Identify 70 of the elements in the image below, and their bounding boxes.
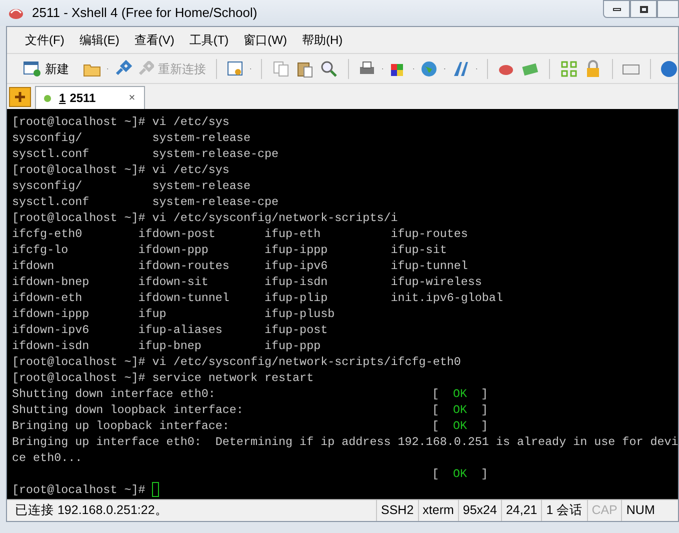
menu-item[interactable]: 查看(V) [134, 31, 174, 49]
terminal-line: Bringing up loopback interface: [12, 419, 230, 433]
terminal-line: ifcfg-eth0 ifdown-post ifup-eth ifup-routes [12, 226, 468, 242]
status-bracket: [ [432, 402, 440, 418]
menu-item[interactable]: 编辑(E) [79, 31, 120, 49]
help-icon[interactable] [660, 60, 678, 78]
terminal-line: ce eth0... [12, 450, 82, 466]
maximize-button[interactable] [630, 0, 657, 18]
terminal-line: ifdown-bnep ifdown-sit ifup-isdn ifup-wireless [12, 274, 482, 290]
terminal-line: sysctl.conf system-release-cpe [12, 146, 279, 162]
link-icon [138, 60, 154, 76]
close-tab-button[interactable]: × [128, 92, 136, 104]
new-tab-button[interactable] [9, 87, 31, 107]
terminal-line: [root@localhost ~]# vi /etc/sys [12, 162, 230, 178]
terminal-line: ifdown-ippp ifup ifup-plusb [12, 306, 335, 322]
status-bracket: ] [481, 386, 488, 402]
session-tab[interactable]: 1 2511 × [35, 86, 146, 109]
terminal-line: Bringing up interface eth0: Determining if ip address 192.168.0.251 is already in use for devi [12, 434, 678, 450]
terminal-line: ifdown ifdown-routes ifup-ipv6 ifup-tunnel [12, 258, 468, 274]
search-icon[interactable] [320, 60, 338, 78]
terminal-line: ifdown-isdn ifup-bnep ifup-ppp [12, 338, 321, 354]
terminal-line: sysconfig/ system-release [12, 130, 250, 146]
status-ok: OK [453, 418, 468, 434]
terminal[interactable] [7, 109, 678, 499]
status-cell: 95x24 [458, 500, 501, 521]
status-bracket: ] [481, 418, 488, 434]
minimize-button[interactable] [603, 0, 630, 18]
status-bracket: ] [481, 466, 488, 482]
status-cell: xterm [418, 500, 458, 521]
plus-icon [15, 92, 25, 102]
terminal-line: sysconfig/ system-release [12, 178, 250, 194]
link-icon[interactable] [114, 60, 132, 78]
new-window-icon [23, 60, 41, 76]
tab-label: 2511 [70, 90, 96, 107]
status-cell: CAP [586, 500, 622, 521]
terminal-line: [root@localhost ~]# vi /etc/sysconfig/network-scripts/ifcfg-eth0 [12, 354, 461, 370]
status-message: 已连接 192.168.0.251:22。 [14, 502, 169, 520]
menu-item[interactable]: 窗口(W) [244, 31, 287, 49]
terminal-line: Shutting down interface eth0: [12, 387, 216, 401]
menu-item[interactable]: 工具(T) [189, 31, 229, 49]
terminal-line: [root@localhost ~]# vi /etc/sys [12, 114, 230, 130]
paste-icon[interactable] [296, 60, 314, 78]
terminal-line: ifdown-eth ifdown-tunnel ifup-plip init.ipv6-global [12, 290, 503, 306]
status-bracket: ] [481, 402, 488, 418]
terminal-line: sysctl.conf system-release-cpe [12, 194, 279, 210]
status-bracket: [ [432, 418, 440, 434]
status-cell: NUM [621, 500, 659, 521]
status-cell: SSH2 [376, 500, 418, 521]
status-cell: 24,21 [500, 500, 542, 521]
status-cell: 1 会话 [541, 500, 587, 521]
menu-item[interactable]: 文件(F) [25, 31, 64, 49]
terminal-line: [root@localhost ~]# [12, 482, 146, 498]
status-bracket: [ [432, 466, 440, 482]
status-bracket: [ [432, 386, 440, 402]
terminal-line: [root@localhost ~]# service network restart [12, 370, 314, 386]
status-ok: OK [453, 402, 468, 418]
menu-item[interactable]: 帮助(H) [302, 31, 343, 49]
globe-icon[interactable] [420, 60, 438, 78]
properties-icon[interactable] [226, 60, 244, 78]
terminal-line: ifcfg-lo ifdown-ppp ifup-ippp ifup-sit [12, 242, 447, 258]
terminal-line: [root@localhost ~]# vi /etc/sysconfig/network-scripts/i [12, 210, 398, 226]
terminal-line: ifdown-ipv6 ifup-aliases ifup-post [12, 322, 328, 338]
copy-icon[interactable] [272, 60, 290, 78]
status-ok: OK [453, 466, 468, 482]
terminal-line: Shutting down loopback interface: [12, 403, 244, 417]
new-session-button[interactable]: 新建 [23, 60, 69, 78]
fullscreen-icon[interactable] [560, 60, 578, 78]
tab-number: 1 [59, 90, 66, 107]
status-ok: OK [453, 386, 468, 402]
window-title: 2511 - Xshell 4 (Free for Home/School) [32, 4, 258, 22]
